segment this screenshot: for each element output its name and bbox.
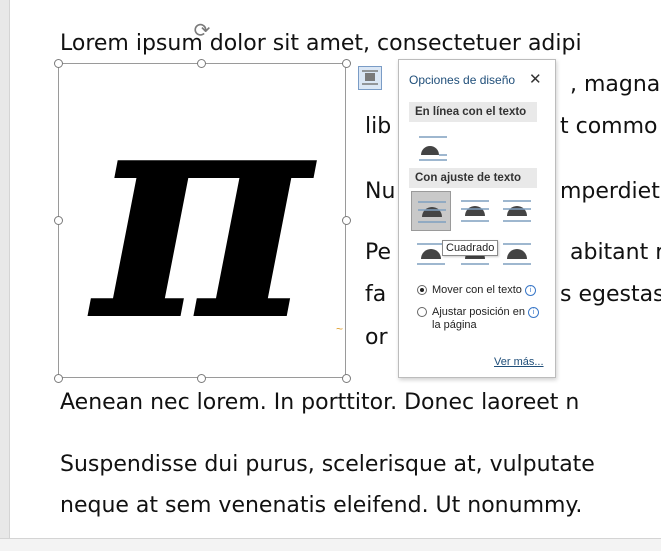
paragraph-fragment: Nu	[365, 179, 396, 204]
resize-handle-bottom[interactable]	[197, 374, 206, 383]
layout-options-panel: Opciones de diseño ✕ En línea con el tex…	[398, 59, 556, 378]
move-with-text-label: Mover con el texto	[432, 284, 522, 296]
wrap-in-front-icon[interactable]	[497, 234, 537, 274]
close-icon[interactable]: ✕	[529, 70, 542, 88]
panel-title: Opciones de diseño	[409, 73, 516, 87]
resize-handle-top-left[interactable]	[54, 59, 63, 68]
image-selection-frame[interactable]	[58, 63, 346, 378]
resize-handle-bottom-right[interactable]	[342, 374, 351, 383]
layout-options-button[interactable]	[358, 66, 382, 90]
wrap-square-icon[interactable]	[411, 191, 451, 231]
section-wrap: Con ajuste de texto	[409, 168, 537, 188]
paragraph-fragment: mperdiet	[560, 179, 660, 204]
move-with-text-radio[interactable]	[417, 285, 427, 295]
resize-handle-left[interactable]	[54, 216, 63, 225]
fix-position-label: Ajustar posición en	[432, 306, 525, 318]
paragraph-fragment: abitant r	[570, 240, 661, 265]
resize-handle-right[interactable]	[342, 216, 351, 225]
anchor-marker-icon: ~	[336, 322, 344, 336]
paragraph-fragment: t commo	[560, 114, 658, 139]
fix-position-label-line2: la página	[432, 319, 477, 331]
section-inline: En línea con el texto	[409, 102, 537, 122]
paragraph-line-3: Suspendisse dui purus, scelerisque at, v…	[60, 452, 595, 477]
paragraph-fragment: or	[365, 325, 388, 350]
resize-handle-top[interactable]	[197, 59, 206, 68]
left-gutter	[0, 0, 10, 550]
layout-options-icon	[362, 70, 378, 85]
see-more-link[interactable]: Ver más...	[494, 356, 544, 368]
paragraph-fragment: , magna	[570, 72, 661, 97]
paragraph-fragment: Pe	[365, 240, 392, 265]
wrap-through-icon[interactable]	[497, 191, 537, 231]
status-bar	[0, 538, 661, 551]
resize-handle-bottom-left[interactable]	[54, 374, 63, 383]
rotate-handle-icon[interactable]: ⟳	[191, 20, 213, 42]
info-icon[interactable]: i	[524, 285, 536, 296]
fix-position-radio[interactable]	[417, 307, 427, 317]
resize-handle-top-right[interactable]	[342, 59, 351, 68]
paragraph-fragment: s egestas	[560, 282, 661, 307]
wrap-inline-icon[interactable]	[413, 128, 453, 168]
info-icon[interactable]: i	[527, 307, 539, 318]
wrap-tight-icon[interactable]	[455, 191, 495, 231]
paragraph-line-4: neque at sem venenatis eleifend. Ut nonu…	[60, 493, 583, 518]
tooltip: Cuadrado	[442, 240, 499, 256]
paragraph-fragment: lib	[365, 114, 392, 139]
paragraph-fragment: fa	[365, 282, 387, 307]
paragraph-line-2: Aenean nec lorem. In porttitor. Donec la…	[60, 390, 580, 415]
